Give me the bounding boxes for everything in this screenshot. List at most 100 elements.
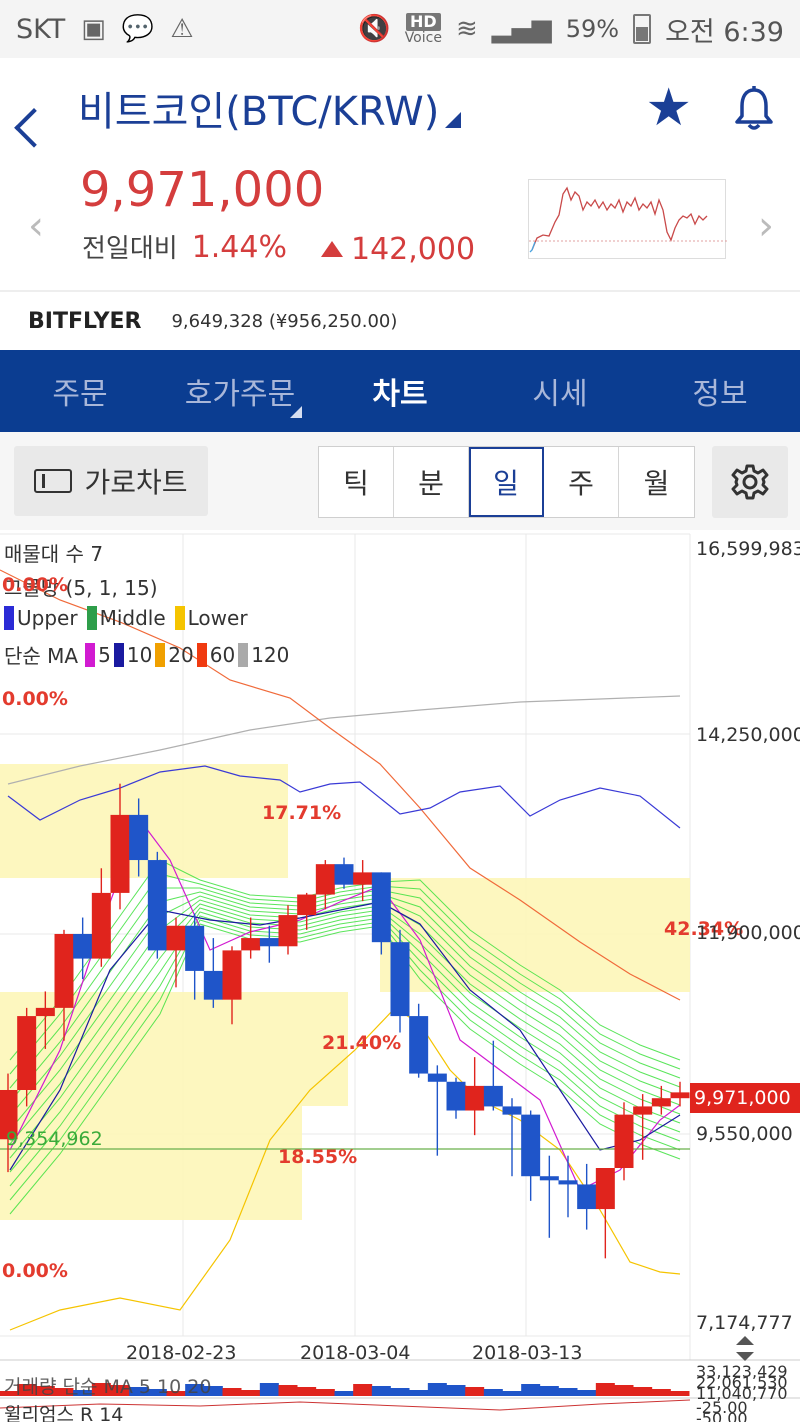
tab-chart-label: 차트 — [372, 377, 428, 412]
pct-label: 21.40% — [322, 1032, 402, 1054]
period-day[interactable]: 일 — [469, 447, 544, 517]
landscape-label: 가로차트 — [84, 466, 188, 499]
voice-label: Voice — [404, 30, 442, 46]
landscape-icon — [34, 469, 73, 493]
x-axis-label: 2018-02-23 — [126, 1342, 237, 1364]
volume-panel-label: 거래량 단순 MA 5 10 20 — [4, 1376, 212, 1398]
volume-bar — [241, 1390, 261, 1396]
williams-axis-values: -25.00 -50.00 — [696, 1400, 748, 1422]
candle-body — [73, 933, 93, 959]
period-tick[interactable]: 틱 — [319, 447, 394, 517]
legend-bands: Upper Middle Lower — [4, 606, 248, 630]
legend-middle: Middle — [99, 606, 166, 630]
middle-swatch — [86, 606, 97, 630]
candle-body — [521, 1114, 541, 1177]
y-axis-label: 16,599,983 — [696, 538, 800, 560]
bell-icon[interactable] — [732, 84, 776, 132]
gear-icon — [731, 464, 769, 500]
legend-ma10: 10 — [126, 642, 153, 667]
volume-axis-values: 33,123,429 22,061,530 11,040,770 — [696, 1364, 788, 1402]
pct-label: 18.55% — [278, 1146, 358, 1168]
volume-bar — [315, 1389, 335, 1396]
hd-voice-icon: HD Voice — [405, 13, 442, 45]
legend-volume-profile: 매물대 수 7 — [4, 538, 103, 567]
candle-body — [91, 892, 111, 959]
candle-body — [315, 864, 335, 895]
ma20-swatch — [155, 642, 166, 667]
change-amount: 142,000 — [321, 232, 475, 267]
candle-body — [483, 1085, 503, 1107]
chart-area[interactable]: 매물대 수 7 그물망 (5, 1, 15) 0.00% Upper Middl… — [0, 530, 800, 1422]
tab-order[interactable]: 주문 — [0, 350, 160, 432]
candle-body — [297, 894, 317, 916]
mute-icon: 🔇 — [358, 14, 391, 44]
volume-bar — [390, 1388, 410, 1396]
lower-swatch — [174, 606, 185, 630]
volume-bar — [222, 1388, 242, 1396]
tab-info[interactable]: 정보 — [640, 350, 800, 432]
header: 비트코인(BTC/KRW) ★ — [0, 58, 800, 158]
candle-body — [502, 1106, 522, 1115]
candle-body — [203, 970, 223, 1000]
battery-percent: 59% — [565, 15, 620, 43]
period-minute[interactable]: 분 — [394, 447, 469, 517]
tab-quote-order[interactable]: 호가주문 — [160, 350, 320, 432]
x-axis-label: 2018-03-13 — [472, 1342, 583, 1364]
volume-bar — [371, 1386, 391, 1396]
next-coin-chevron-icon[interactable]: › — [758, 203, 774, 249]
candle-body — [427, 1073, 447, 1082]
volume-bar — [409, 1390, 429, 1396]
candle-body — [651, 1098, 671, 1107]
candle-body — [17, 1016, 37, 1090]
ma60-swatch — [196, 642, 207, 667]
back-arrow-icon[interactable] — [24, 88, 58, 128]
exchange-row: BITFLYER 9,649,328 (¥956,250.00) — [0, 292, 800, 350]
period-week[interactable]: 주 — [544, 447, 619, 517]
volume-bar — [539, 1386, 559, 1396]
period-selector: 틱 분 일 주 월 — [318, 446, 695, 518]
title-dropdown-icon[interactable] — [445, 112, 462, 128]
up-triangle-icon — [321, 241, 343, 257]
wifi-icon: ≋ — [455, 14, 478, 44]
landscape-chart-button[interactable]: 가로차트 — [14, 446, 208, 516]
pct-label: 0.00% — [2, 688, 68, 710]
current-price: 9,971,000 — [80, 162, 325, 218]
tab-dropdown-icon — [290, 406, 302, 418]
legend-lower: Lower — [187, 606, 248, 630]
y-axis-label: 11,900,000 — [696, 922, 800, 944]
sparkline-chart[interactable] — [528, 179, 727, 259]
volume-bar — [614, 1385, 634, 1396]
current-price-tag: 9,971,000 — [690, 1083, 800, 1113]
volume-bar — [633, 1387, 653, 1396]
page-title[interactable]: 비트코인(BTC/KRW) — [78, 79, 439, 137]
pct-label: 0.00% — [2, 1260, 68, 1282]
candle-body — [222, 950, 242, 1000]
tab-market-label: 시세 — [532, 377, 588, 412]
status-right: 🔇 HD Voice ≋ ▂▄▆ 59% 오전 6:39 — [358, 10, 784, 49]
volume-bar — [278, 1385, 298, 1396]
williams-value: -50.00 — [696, 1409, 748, 1422]
tab-chart[interactable]: 차트 — [320, 350, 480, 432]
volume-bar — [465, 1387, 485, 1396]
candle-body — [110, 814, 130, 893]
volume-bar — [502, 1391, 522, 1396]
y-axis-label: 7,174,777 — [696, 1312, 793, 1334]
tab-info-label: 정보 — [692, 377, 748, 412]
tab-market[interactable]: 시세 — [480, 350, 640, 432]
carrier-label: SKT — [16, 13, 66, 45]
prev-coin-chevron-icon[interactable]: ‹ — [28, 203, 44, 249]
gallery-icon: ▣ — [81, 14, 106, 44]
favorite-star-icon[interactable]: ★ — [645, 82, 692, 134]
chart-settings-button[interactable] — [712, 446, 788, 518]
volume-bar — [446, 1385, 466, 1396]
legend-ma60: 60 — [209, 642, 236, 667]
period-month[interactable]: 월 — [619, 447, 694, 517]
exchange-name: BITFLYER — [28, 308, 142, 334]
candle-body — [577, 1184, 597, 1210]
candle-body — [334, 864, 354, 885]
candle-body — [35, 1007, 55, 1017]
candle-body — [353, 872, 373, 885]
candle-body — [147, 860, 167, 951]
hd-label: HD — [405, 13, 441, 31]
candle-body — [54, 933, 74, 1008]
